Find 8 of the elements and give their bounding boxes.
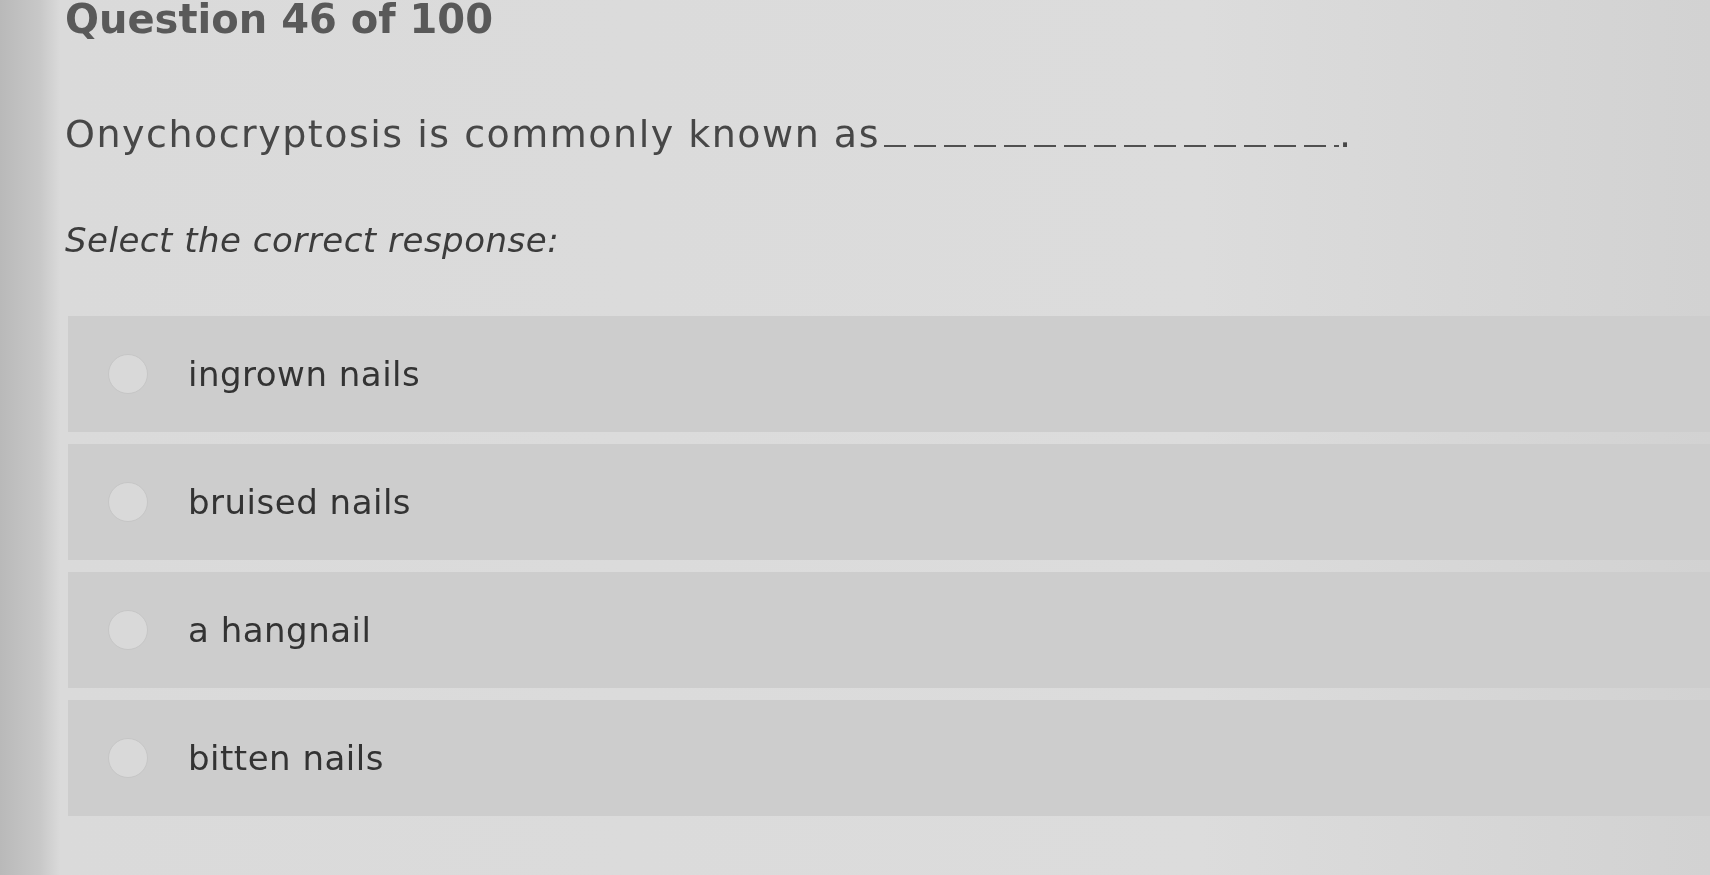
answer-option[interactable]: bruised nails	[68, 444, 1710, 560]
answer-option[interactable]: bitten nails	[68, 700, 1710, 816]
answer-option[interactable]: a hangnail	[68, 572, 1710, 688]
question-counter: Question 46 of 100	[65, 0, 495, 38]
question-text: .	[1338, 112, 1353, 156]
answer-option[interactable]: ingrown nails	[68, 316, 1710, 432]
question-text: Onychocryptosis is commonly known as	[65, 112, 880, 156]
instruction-text: Select the correct response:	[65, 219, 561, 262]
